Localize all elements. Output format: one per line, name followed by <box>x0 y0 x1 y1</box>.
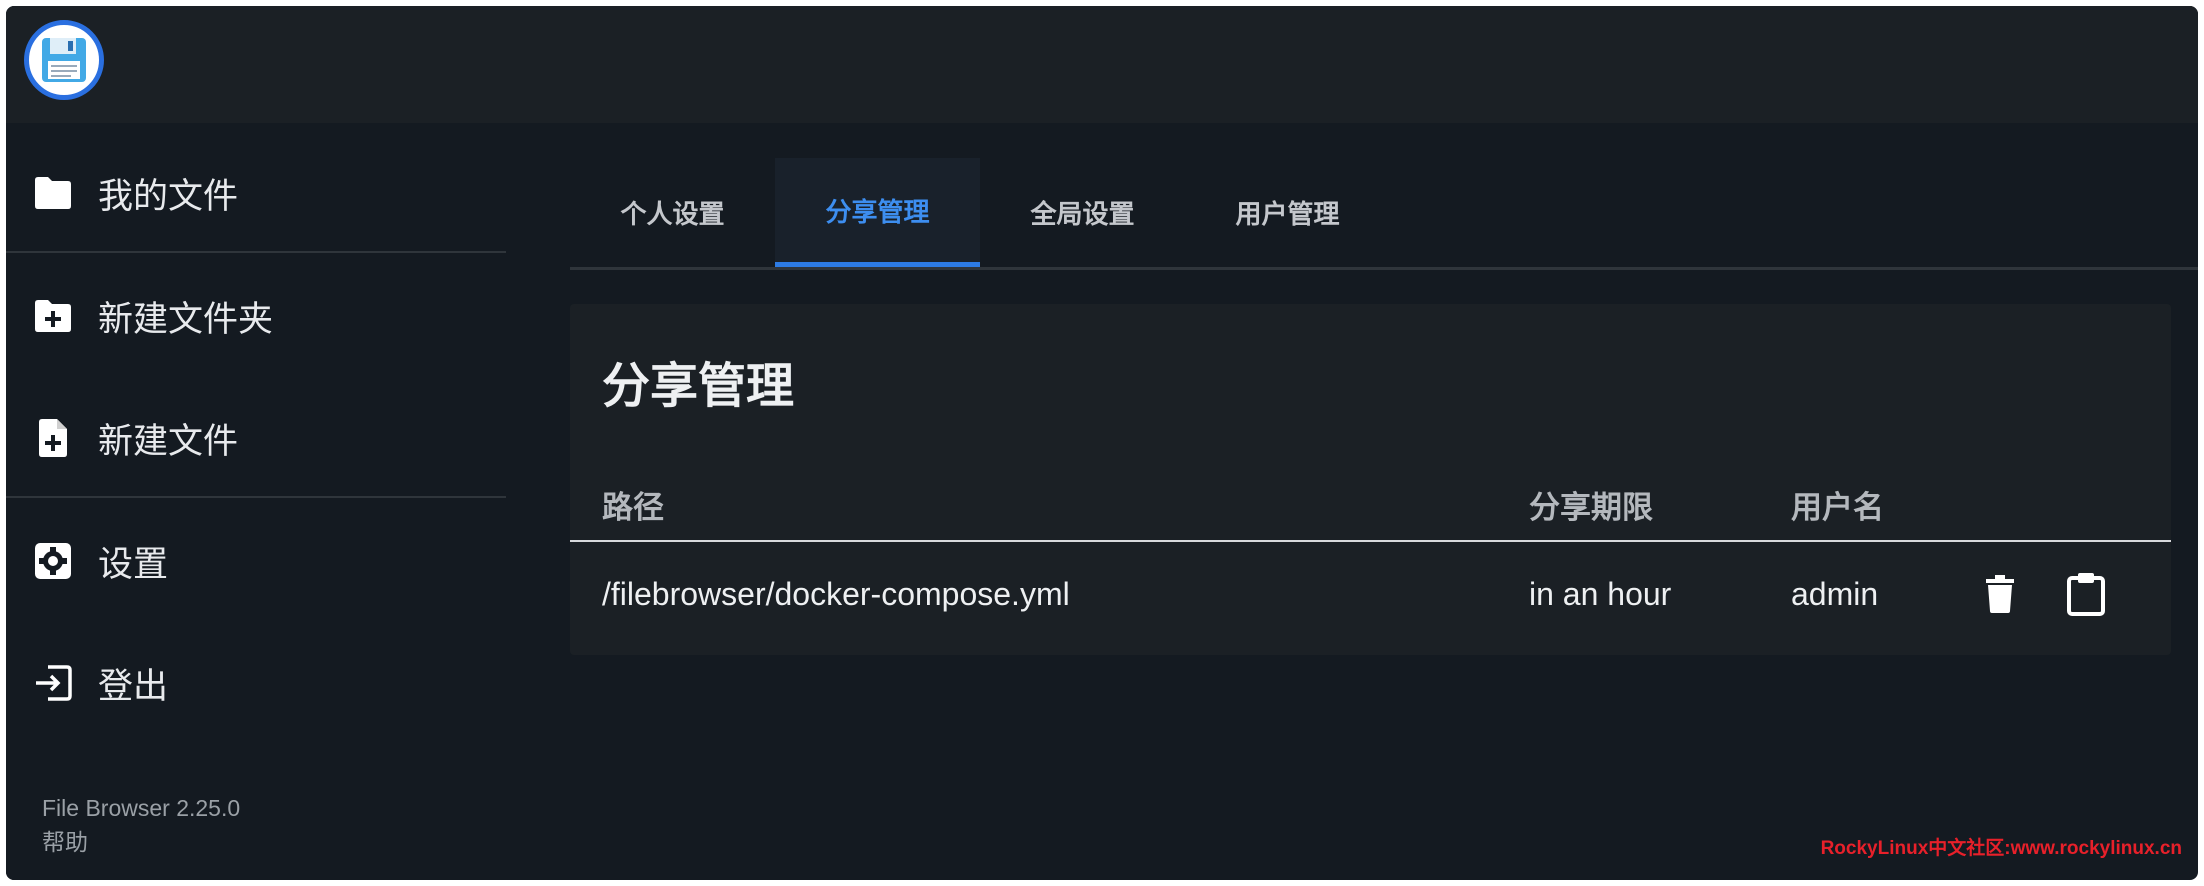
sidebar-item-label: 设置 <box>98 544 169 584</box>
clipboard-icon <box>2067 573 2105 616</box>
top-bar <box>6 6 2198 123</box>
table-header-divider <box>570 540 2171 542</box>
share-management-card: 分享管理 路径 分享期限 用户名 /filebrowser/docker-com… <box>570 304 2171 655</box>
sidebar-item-new-file[interactable]: 新建文件 <box>6 398 506 478</box>
gear-icon <box>32 540 74 582</box>
tab-global-settings[interactable]: 全局设置 <box>980 158 1185 267</box>
sidebar-item-label: 登出 <box>98 666 169 706</box>
help-link[interactable]: 帮助 <box>42 825 240 859</box>
sidebar: 我的文件 新建文件夹 新建文件 设置 登出 File Browser 2.25.… <box>6 123 506 880</box>
sidebar-item-new-folder[interactable]: 新建文件夹 <box>6 276 506 356</box>
column-header-username: 用户名 <box>1791 490 1884 525</box>
sidebar-item-settings[interactable]: 设置 <box>6 521 506 601</box>
column-header-expires: 分享期限 <box>1529 490 1653 525</box>
sidebar-item-logout[interactable]: 登出 <box>6 643 506 723</box>
logout-icon <box>32 662 74 704</box>
folder-plus-icon <box>32 295 74 337</box>
share-expiry: in an hour <box>1529 576 1672 612</box>
share-user: admin <box>1791 576 1879 612</box>
sidebar-item-my-files[interactable]: 我的文件 <box>6 153 506 233</box>
tab-profile-settings[interactable]: 个人设置 <box>570 158 775 267</box>
tab-share-management[interactable]: 分享管理 <box>775 158 980 267</box>
sidebar-item-label: 新建文件 <box>98 421 239 461</box>
floppy-disk-icon <box>42 38 86 82</box>
version-text: File Browser 2.25.0 <box>42 795 241 821</box>
copy-link-button[interactable] <box>2062 566 2110 622</box>
column-header-path: 路径 <box>602 490 664 525</box>
sidebar-footer: File Browser 2.25.0 帮助 <box>42 791 240 859</box>
share-path-link[interactable]: /filebrowser/docker-compose.yml <box>602 576 1070 613</box>
sidebar-item-label: 新建文件夹 <box>98 299 274 339</box>
app-logo[interactable] <box>24 20 104 100</box>
sidebar-divider <box>6 496 506 498</box>
sidebar-divider <box>6 251 506 253</box>
settings-tabs: 个人设置 分享管理 全局设置 用户管理 <box>570 158 2198 270</box>
main-content: 个人设置 分享管理 全局设置 用户管理 分享管理 路径 分享期限 用户名 /fi… <box>506 123 2198 880</box>
app-window: 我的文件 新建文件夹 新建文件 设置 登出 File Browser 2.25.… <box>6 6 2198 880</box>
delete-share-button[interactable] <box>1976 566 2024 622</box>
sidebar-item-label: 我的文件 <box>98 176 239 216</box>
watermark-text: RockyLinux中文社区:www.rockylinux.cn <box>1820 838 2182 859</box>
trash-icon <box>1986 575 2014 613</box>
card-title: 分享管理 <box>602 360 795 413</box>
folder-icon <box>32 172 74 214</box>
file-plus-icon <box>32 417 74 459</box>
tab-user-management[interactable]: 用户管理 <box>1185 158 1390 267</box>
